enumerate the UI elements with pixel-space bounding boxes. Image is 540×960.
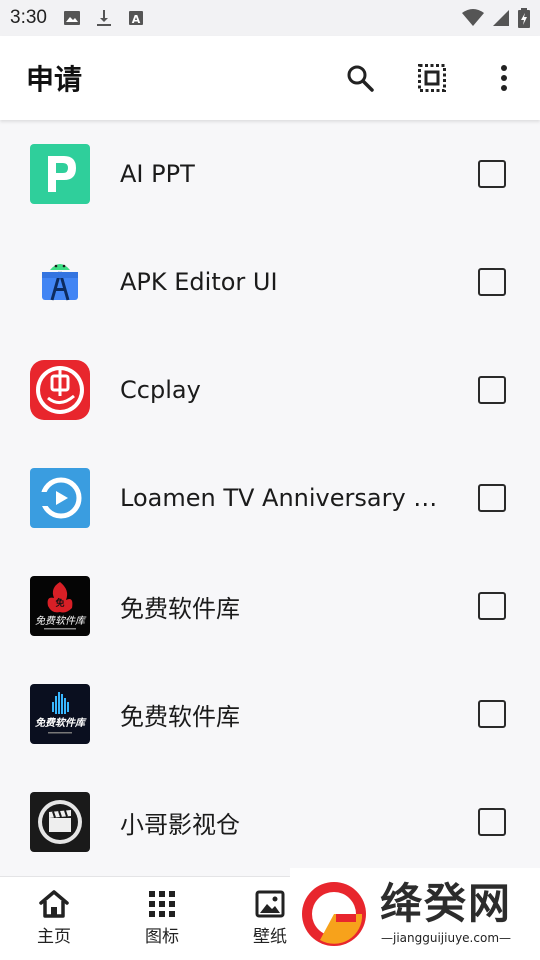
svg-text:免费软件库: 免费软件库 xyxy=(35,717,87,729)
grid-icon xyxy=(149,891,175,917)
list-item[interactable]: 免 免费软件库 免费软件库 xyxy=(0,552,540,660)
font-icon: A xyxy=(128,11,143,26)
list-item[interactable]: 小哥影视仓 xyxy=(0,768,540,876)
app-name: Loamen TV Anniversary Ed... xyxy=(120,484,450,512)
list-item[interactable]: APK Editor UI xyxy=(0,228,540,336)
more-vert-icon xyxy=(501,65,507,91)
svg-text:免: 免 xyxy=(55,597,64,609)
app-checkbox[interactable] xyxy=(478,592,506,620)
nav-label: 壁纸 xyxy=(253,927,287,947)
app-checkbox[interactable] xyxy=(478,376,506,404)
app-name: 小哥影视仓 xyxy=(120,810,240,839)
nav-label: 主页 xyxy=(37,927,71,947)
nav-label: 图标 xyxy=(145,927,179,947)
ai-ppt-logo xyxy=(30,144,90,204)
svg-text:A: A xyxy=(132,13,141,26)
signal-icon xyxy=(493,10,509,26)
list-item[interactable]: AI PPT xyxy=(0,120,540,228)
app-list: AI PPT APK Editor UI Ccplay Loamen TV An… xyxy=(0,120,540,876)
app-checkbox[interactable] xyxy=(478,268,506,296)
more-options-button[interactable] xyxy=(468,36,540,120)
watermark: 绛癸网 —jiangguijiuye.com— xyxy=(290,868,540,960)
status-time: 3:30 xyxy=(10,7,47,28)
software-lib-logo-blue: 免费软件库 xyxy=(30,684,90,744)
status-bar: 3:30 A xyxy=(0,0,540,36)
app-name: AI PPT xyxy=(120,160,195,188)
app-name: 免费软件库 xyxy=(120,702,240,731)
search-icon xyxy=(347,65,374,92)
watermark-name: 绛癸网 xyxy=(380,879,513,928)
download-icon xyxy=(96,10,111,26)
android-editor-logo xyxy=(30,252,90,312)
home-icon xyxy=(39,890,69,918)
app-checkbox[interactable] xyxy=(478,700,506,728)
app-checkbox[interactable] xyxy=(478,160,506,188)
battery-icon xyxy=(518,8,530,28)
app-checkbox[interactable] xyxy=(478,808,506,836)
app-checkbox[interactable] xyxy=(478,484,506,512)
select-all-icon xyxy=(418,64,446,92)
ccplay-logo xyxy=(30,360,90,420)
app-name: 免费软件库 xyxy=(120,594,240,623)
list-item[interactable]: Ccplay xyxy=(0,336,540,444)
nav-home[interactable]: 主页 xyxy=(0,877,108,960)
list-item[interactable]: Loamen TV Anniversary Ed... xyxy=(0,444,540,552)
app-bar: 申请 xyxy=(0,36,540,120)
image-icon xyxy=(63,11,80,25)
nav-icons[interactable]: 图标 xyxy=(108,877,216,960)
image-icon xyxy=(255,890,285,918)
app-name: Ccplay xyxy=(120,376,201,404)
watermark-url: —jiangguijiuye.com— xyxy=(381,931,512,945)
wifi-icon xyxy=(462,9,484,26)
software-lib-logo-red: 免 免费软件库 xyxy=(30,576,90,636)
list-item[interactable]: 免费软件库 免费软件库 xyxy=(0,660,540,768)
loamen-tv-logo xyxy=(30,468,90,528)
watermark-logo-icon xyxy=(302,882,366,946)
svg-text:免费软件库: 免费软件库 xyxy=(35,615,87,627)
search-button[interactable] xyxy=(324,36,396,120)
select-all-button[interactable] xyxy=(396,36,468,120)
page-title: 申请 xyxy=(26,63,83,96)
app-name: APK Editor UI xyxy=(120,268,278,296)
clapper-logo xyxy=(30,792,90,852)
